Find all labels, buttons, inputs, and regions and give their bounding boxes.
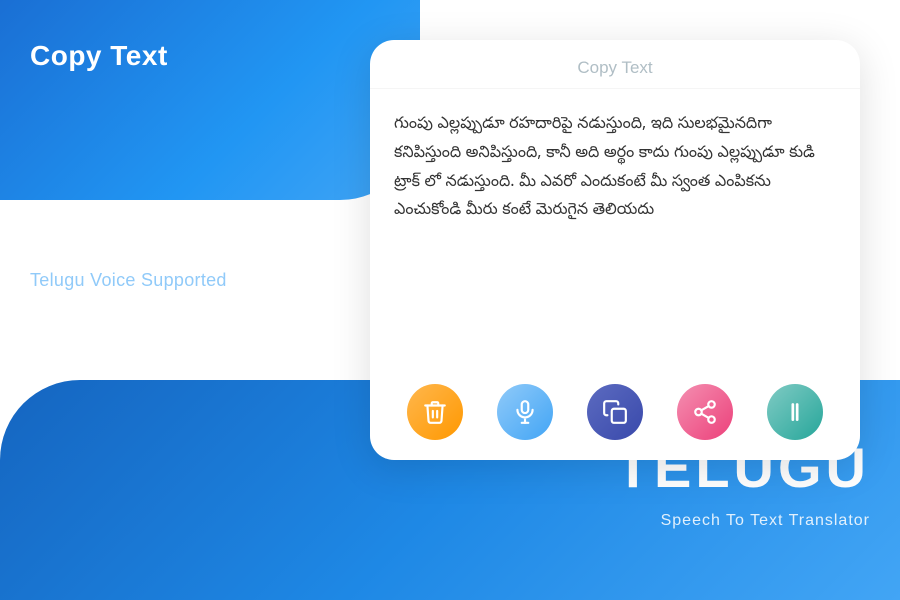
mic-icon bbox=[512, 399, 538, 425]
pause-button[interactable] bbox=[767, 384, 823, 440]
bg-blue-top bbox=[0, 0, 420, 200]
card-body: గుంపు ఎల్లప్పుడూ రహదారిపై నడుస్తుంది, ఇద… bbox=[370, 89, 860, 370]
pause-icon bbox=[782, 399, 808, 425]
main-card: Copy Text గుంపు ఎల్లప్పుడూ రహదారిపై నడుస… bbox=[370, 40, 860, 460]
speech-subtitle: Speech To Text Translator bbox=[661, 512, 870, 530]
telugu-voice-label: Telugu Voice Supported bbox=[30, 270, 227, 291]
card-text: గుంపు ఎల్లప్పుడూ రహదారిపై నడుస్తుంది, ఇద… bbox=[394, 111, 836, 226]
copy-button[interactable] bbox=[587, 384, 643, 440]
share-button[interactable] bbox=[677, 384, 733, 440]
mic-button[interactable] bbox=[497, 384, 553, 440]
copy-icon bbox=[602, 399, 628, 425]
delete-button[interactable] bbox=[407, 384, 463, 440]
share-icon bbox=[692, 399, 718, 425]
card-title: Copy Text bbox=[370, 40, 860, 89]
trash-icon bbox=[422, 399, 448, 425]
card-actions bbox=[370, 370, 860, 460]
copy-text-header: Copy Text bbox=[30, 40, 168, 72]
